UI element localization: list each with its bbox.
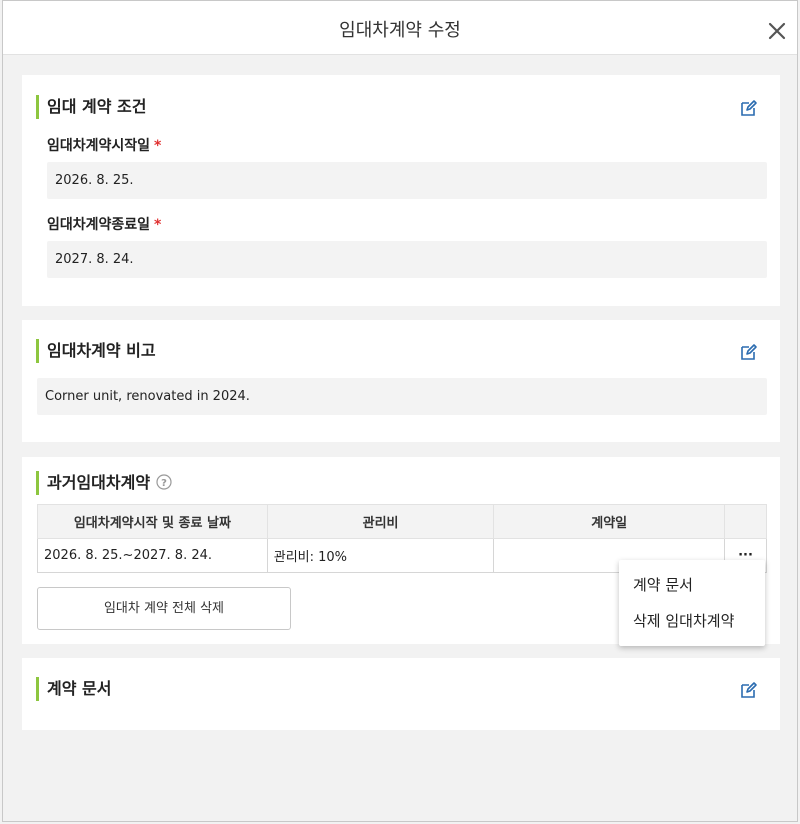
row-options-menu: 계약 문서 삭제 임대차계약 — [619, 560, 765, 646]
column-header: 관리비 — [266, 504, 495, 539]
required-mark: * — [154, 138, 162, 154]
contract-docs-card: 계약 문서 — [22, 658, 780, 730]
menu-item-delete-lease[interactable]: 삭제 임대차계약 — [619, 608, 765, 644]
lease-period-cell: 2026. 8. 25.~2027. 8. 24. — [37, 538, 268, 573]
modal-title: 임대차계약 수정 — [339, 20, 461, 41]
table-header-row: 임대차계약시작 및 종료 날짜 관리비 계약일 — [37, 504, 767, 539]
edit-icon[interactable] — [740, 343, 758, 361]
section-title-past-leases: 과거임대차계약? — [36, 471, 172, 495]
delete-all-leases-button[interactable]: 임대차 계약 전체 삭제 — [37, 587, 291, 630]
lease-notes-card: 임대차계약 비고 Corner unit, renovated in 2024. — [22, 320, 780, 442]
section-title-lease-notes: 임대차계약 비고 — [36, 339, 156, 363]
section-title-lease-terms: 임대 계약 조건 — [36, 95, 146, 119]
start-date-field[interactable]: 2026. 8. 25. — [47, 162, 767, 199]
fee-cell: 관리비: 10% — [266, 538, 495, 573]
help-icon[interactable]: ? — [156, 473, 172, 490]
edit-icon[interactable] — [740, 681, 758, 699]
column-header: 임대차계약시작 및 종료 날짜 — [37, 504, 268, 539]
required-mark: * — [154, 217, 162, 233]
end-date-label: 임대차계약종료일 * — [47, 217, 162, 233]
start-date-label: 임대차계약시작일 * — [47, 138, 162, 154]
svg-text:?: ? — [161, 478, 167, 489]
modal-header: 임대차계약 수정 — [3, 1, 797, 55]
section-title-contract-docs: 계약 문서 — [36, 677, 111, 701]
end-date-field[interactable]: 2027. 8. 24. — [47, 241, 767, 278]
menu-item-contract-docs[interactable]: 계약 문서 — [619, 572, 765, 608]
lease-terms-card: 임대 계약 조건 임대차계약시작일 * 2026. 8. 25. 임대차계약종료일… — [22, 75, 780, 306]
edit-icon[interactable] — [740, 99, 758, 117]
column-header: 계약일 — [493, 504, 726, 539]
column-header-actions — [724, 504, 767, 539]
edit-lease-modal: 임대차계약 수정 임대 계약 조건 임대차계약시작일 * 2026. 8. 25.… — [2, 0, 798, 822]
close-icon[interactable] — [767, 21, 787, 41]
notes-field[interactable]: Corner unit, renovated in 2024. — [37, 378, 767, 415]
